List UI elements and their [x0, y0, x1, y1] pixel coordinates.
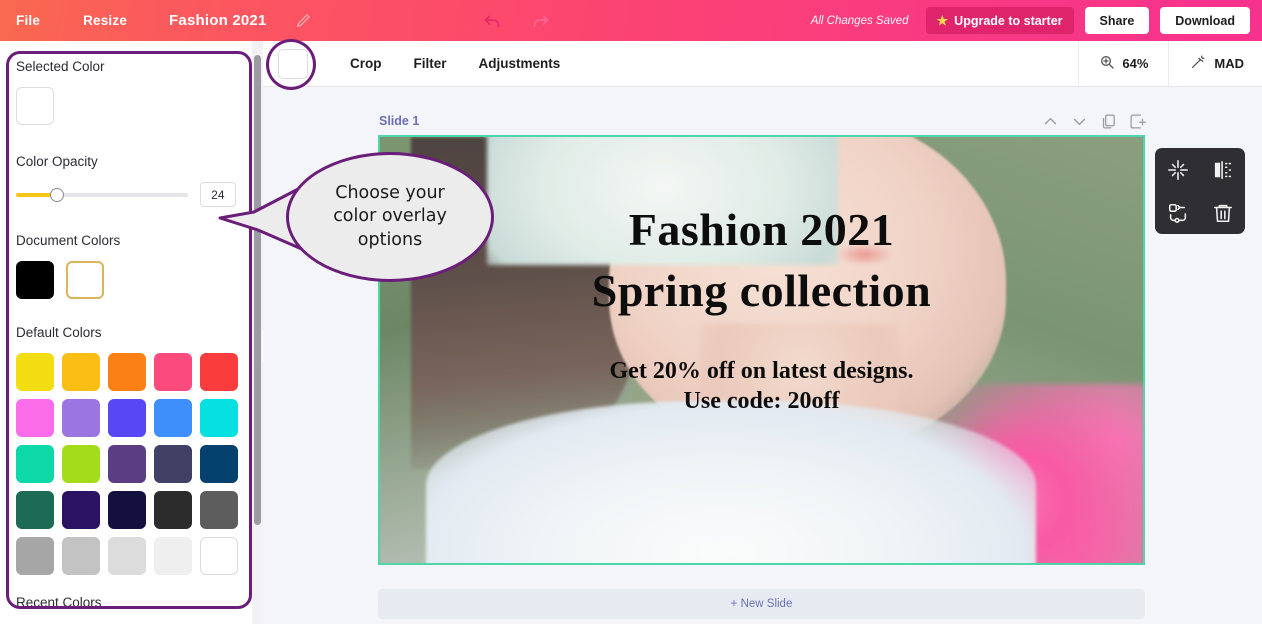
default-color-swatch[interactable]	[108, 537, 146, 575]
star-icon: ★	[936, 13, 949, 28]
menu-resize[interactable]: Resize	[83, 13, 127, 28]
panel-scrollbar[interactable]	[254, 55, 261, 525]
callout-text: Choose your color overlay options	[286, 152, 494, 282]
default-color-swatch[interactable]	[200, 445, 238, 483]
color-overlay-swatch-button[interactable]	[278, 48, 308, 79]
add-slide-icon[interactable]	[1129, 113, 1146, 130]
slide-canvas[interactable]: Fashion 2021 Spring collection Get 20% o…	[378, 135, 1145, 565]
slide-header: Slide 1	[379, 109, 1146, 133]
recent-colors-label: Recent Colors	[16, 595, 102, 610]
chevron-down-icon[interactable]	[1071, 113, 1088, 130]
default-color-swatch[interactable]	[62, 353, 100, 391]
tab-crop[interactable]: Crop	[350, 56, 382, 71]
canvas-heading-line1[interactable]: Fashion 2021	[629, 204, 894, 256]
document-color-swatch[interactable]	[16, 261, 54, 299]
canvas-subtext-line1[interactable]: Get 20% off on latest designs.	[610, 356, 914, 386]
default-color-swatch[interactable]	[154, 491, 192, 529]
selected-color-label: Selected Color	[16, 59, 105, 74]
undo-icon[interactable]	[481, 10, 503, 32]
slide-actions	[1042, 113, 1146, 130]
zoom-level-label: 64%	[1122, 56, 1149, 71]
slide-label: Slide 1	[379, 114, 420, 128]
default-color-swatch[interactable]	[62, 445, 100, 483]
color-panel: Selected Color Color Opacity 24 Document…	[0, 41, 252, 624]
document-colors-label: Document Colors	[16, 233, 121, 248]
default-color-swatch[interactable]	[62, 399, 100, 437]
selected-color-swatch[interactable]	[16, 87, 54, 125]
canvas-text-layer: Fashion 2021 Spring collection Get 20% o…	[380, 137, 1143, 563]
image-editor-app: File Resize Fashion 2021 All Changes Sav…	[0, 0, 1262, 624]
top-bar-actions: All Changes Saved ★ Upgrade to starter S…	[811, 7, 1262, 34]
upgrade-label: Upgrade to starter	[954, 13, 1063, 28]
default-color-swatch[interactable]	[108, 445, 146, 483]
default-colors-grid	[16, 353, 238, 575]
redo-icon[interactable]	[530, 10, 552, 32]
image-tools-bar: Crop Filter Adjustments 64% MAD	[263, 41, 1262, 87]
canvas-heading-line2[interactable]: Spring collection	[592, 265, 931, 317]
opacity-slider-row: 24	[16, 182, 236, 207]
default-color-swatch[interactable]	[16, 491, 54, 529]
default-color-swatch[interactable]	[108, 353, 146, 391]
default-color-swatch[interactable]	[154, 353, 192, 391]
default-color-swatch[interactable]	[62, 491, 100, 529]
default-color-swatch[interactable]	[154, 537, 192, 575]
flip-horizontal-icon[interactable]	[1212, 159, 1234, 181]
default-color-swatch[interactable]	[16, 353, 54, 391]
magic-wand-icon	[1189, 54, 1206, 74]
duplicate-icon[interactable]	[1100, 113, 1117, 130]
history-controls	[481, 10, 552, 32]
share-button[interactable]: Share	[1084, 7, 1150, 34]
opacity-slider-handle[interactable]	[50, 187, 65, 202]
trash-icon[interactable]	[1212, 202, 1234, 224]
default-color-swatch[interactable]	[108, 491, 146, 529]
document-colors-row	[16, 261, 236, 299]
zoom-in-icon	[1099, 54, 1115, 73]
top-menu-bar: File Resize Fashion 2021 All Changes Sav…	[0, 0, 1262, 41]
default-colors-label: Default Colors	[16, 325, 102, 340]
default-color-swatch[interactable]	[108, 399, 146, 437]
tab-filter[interactable]: Filter	[414, 56, 447, 71]
document-title[interactable]: Fashion 2021	[169, 12, 266, 29]
canvas-subtext-line2[interactable]: Use code: 20off	[684, 386, 840, 416]
default-color-swatch[interactable]	[154, 399, 192, 437]
pencil-icon[interactable]	[295, 12, 313, 30]
color-opacity-label: Color Opacity	[16, 154, 98, 169]
mad-control[interactable]: MAD	[1168, 41, 1262, 86]
upgrade-button[interactable]: ★ Upgrade to starter	[925, 7, 1074, 34]
default-color-swatch[interactable]	[200, 537, 238, 575]
default-color-swatch[interactable]	[16, 399, 54, 437]
download-button[interactable]: Download	[1160, 7, 1250, 34]
mad-label: MAD	[1214, 56, 1244, 71]
default-color-swatch[interactable]	[16, 445, 54, 483]
default-color-swatch[interactable]	[200, 399, 238, 437]
image-float-toolbar	[1155, 148, 1245, 234]
document-color-swatch[interactable]	[66, 261, 104, 299]
save-status: All Changes Saved	[810, 14, 909, 27]
new-slide-button[interactable]: + New Slide	[378, 589, 1145, 619]
zoom-control[interactable]: 64%	[1078, 41, 1168, 86]
default-color-swatch[interactable]	[200, 491, 238, 529]
fit-to-frame-icon[interactable]	[1167, 159, 1189, 181]
opacity-slider[interactable]	[16, 187, 188, 202]
default-color-swatch[interactable]	[154, 445, 192, 483]
chevron-up-icon[interactable]	[1042, 113, 1059, 130]
replace-image-icon[interactable]	[1167, 202, 1189, 224]
default-color-swatch[interactable]	[62, 537, 100, 575]
toolbar-right-group: 64% MAD	[1078, 41, 1262, 86]
default-color-swatch[interactable]	[200, 353, 238, 391]
tab-adjustments[interactable]: Adjustments	[479, 56, 561, 71]
menu-file[interactable]: File	[16, 13, 40, 28]
default-color-swatch[interactable]	[16, 537, 54, 575]
